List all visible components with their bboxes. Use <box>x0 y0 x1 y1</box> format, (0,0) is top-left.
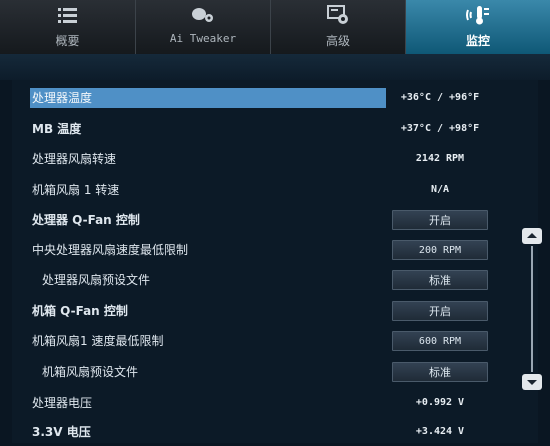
top-tab-bar: 概要 Ai Tweaker 高级 监控 <box>0 0 550 54</box>
row-chassis-fan-min-speed[interactable]: 机箱风扇1 速度最低限制 600 RPM <box>0 327 550 355</box>
row-value: +37°C / +98°F <box>400 123 480 134</box>
row-value: N/A <box>430 184 450 195</box>
tab-advanced[interactable]: 高级 <box>271 0 406 54</box>
tab-label: 监控 <box>465 34 490 48</box>
row-value: 2142 RPM <box>415 153 465 164</box>
chassis-qfan-control-button[interactable]: 开启 <box>392 301 488 321</box>
row-value: +36°C / +96°F <box>400 92 480 103</box>
row-label: 3.3V 电压 <box>32 425 91 439</box>
tab-ai-tweaker[interactable]: Ai Tweaker <box>136 0 271 54</box>
tab-label: 概要 <box>55 34 80 48</box>
row-label: 机箱风扇 1 转速 <box>32 183 120 197</box>
row-cpu-fan-speed[interactable]: 处理器风扇转速 2142 RPM <box>0 145 550 173</box>
header-band <box>0 54 550 80</box>
row-label: MB 温度 <box>32 122 82 136</box>
monitor-icon <box>465 0 491 30</box>
scroll-up-button[interactable] <box>522 228 542 244</box>
row-chassis-fan-profile[interactable]: 机箱风扇预设文件 标准 <box>0 358 550 386</box>
row-label: 处理器风扇转速 <box>32 152 117 166</box>
tab-label: Ai Tweaker <box>169 32 237 45</box>
row-cpu-fan-profile[interactable]: 处理器风扇预设文件 标准 <box>0 266 550 294</box>
row-3v3-voltage[interactable]: 3.3V 电压 +3.424 V <box>0 418 550 446</box>
row-value: +0.992 V <box>415 397 465 408</box>
scrollbar-track[interactable] <box>531 246 533 372</box>
chevron-up-icon <box>527 233 537 238</box>
row-label: 处理器温度 <box>30 88 386 108</box>
advanced-icon <box>327 0 349 30</box>
row-label: 中央处理器风扇速度最低限制 <box>32 243 189 257</box>
row-label: 处理器风扇预设文件 <box>42 273 151 287</box>
row-label: 处理器 Q-Fan 控制 <box>32 213 140 227</box>
row-label: 处理器电压 <box>32 396 93 410</box>
row-cpu-temperature[interactable]: 处理器温度 +36°C / +96°F <box>0 84 550 112</box>
tab-monitor[interactable]: 监控 <box>406 0 550 54</box>
tab-label: 高级 <box>325 34 350 48</box>
row-label: 机箱风扇预设文件 <box>42 365 139 379</box>
row-cpu-qfan-control[interactable]: 处理器 Q-Fan 控制 开启 <box>0 206 550 234</box>
tweaker-icon <box>190 0 216 30</box>
cpu-fan-min-speed-button[interactable]: 200 RPM <box>392 240 488 260</box>
list-icon <box>57 0 79 30</box>
row-cpu-voltage[interactable]: 处理器电压 +0.992 V <box>0 389 550 417</box>
row-chassis-qfan-control[interactable]: 机箱 Q-Fan 控制 开启 <box>0 297 550 325</box>
scrollbar[interactable] <box>522 228 542 390</box>
row-chassis-fan1-speed[interactable]: 机箱风扇 1 转速 N/A <box>0 176 550 204</box>
row-cpu-fan-min-speed[interactable]: 中央处理器风扇速度最低限制 200 RPM <box>0 236 550 264</box>
chassis-fan-profile-button[interactable]: 标准 <box>392 362 488 382</box>
row-label: 机箱风扇1 速度最低限制 <box>32 334 164 348</box>
row-label: 机箱 Q-Fan 控制 <box>32 304 128 318</box>
row-value: +3.424 V <box>415 426 465 437</box>
tab-overview[interactable]: 概要 <box>0 0 136 54</box>
chevron-down-icon <box>527 380 537 385</box>
cpu-fan-profile-button[interactable]: 标准 <box>392 270 488 290</box>
row-mb-temperature[interactable]: MB 温度 +37°C / +98°F <box>0 115 550 143</box>
cpu-qfan-control-button[interactable]: 开启 <box>392 210 488 230</box>
chassis-fan-min-speed-button[interactable]: 600 RPM <box>392 331 488 351</box>
scroll-down-button[interactable] <box>522 374 542 390</box>
